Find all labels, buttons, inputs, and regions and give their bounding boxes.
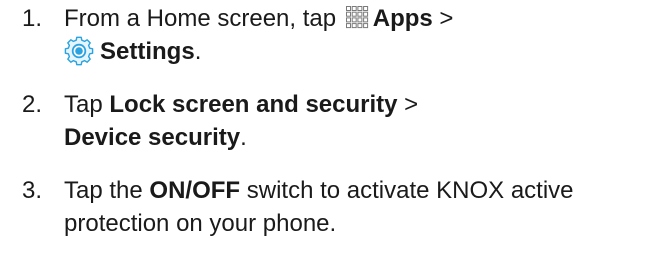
step-separator: > (432, 5, 454, 32)
step-number: 3. (22, 177, 43, 204)
step-number: 2. (22, 91, 43, 118)
settings-gear-icon (64, 36, 94, 66)
step-separator: > (397, 91, 419, 118)
step-text: switch to activate KNOX active (240, 177, 574, 204)
apps-grid-icon (345, 5, 369, 29)
step-end: . (240, 124, 247, 151)
instruction-steps: 1. From a Home screen, tap Apps > Settin… (22, 2, 666, 240)
settings-label: Settings (100, 38, 195, 65)
step-3-line-1: Tap the ON/OFF switch to activate KNOX a… (64, 174, 666, 207)
lock-screen-and-security-label: Lock screen and security (109, 91, 398, 118)
step-1-line-2: Settings. (64, 35, 666, 68)
apps-label: Apps (372, 5, 433, 32)
step-number: 1. (22, 5, 43, 32)
step-2-line-2: Device security. (64, 121, 666, 154)
device-security-label: Device security (64, 124, 241, 151)
step-3: 3. Tap the ON/OFF switch to activate KNO… (22, 174, 666, 240)
step-3-line-2: protection on your phone. (64, 207, 666, 240)
step-2-line-1: Tap Lock screen and security > (64, 88, 666, 121)
step-text: Tap the (64, 177, 150, 204)
step-text: Tap (64, 91, 110, 118)
step-text: protection on your phone. (64, 210, 337, 237)
step-text: From a Home screen, tap (64, 5, 343, 32)
step-2: 2. Tap Lock screen and security > Device… (22, 88, 666, 154)
step-1-line-1: From a Home screen, tap Apps > (64, 2, 666, 35)
on-off-label: ON/OFF (149, 177, 241, 204)
step-1: 1. From a Home screen, tap Apps > Settin… (22, 2, 666, 68)
step-end: . (194, 38, 202, 65)
